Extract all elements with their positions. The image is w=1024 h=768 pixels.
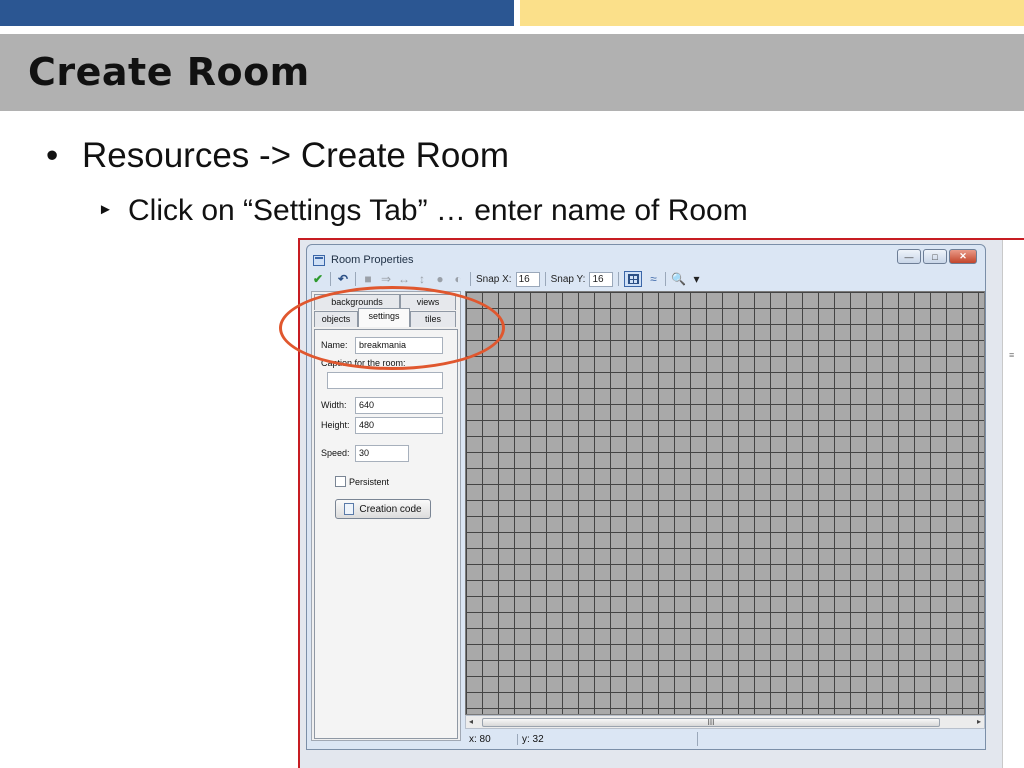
scroll-grip-icon: ≡ bbox=[1009, 350, 1015, 360]
undo-icon[interactable]: ↶ bbox=[336, 272, 350, 286]
zoom-icon[interactable]: 🔍 bbox=[671, 272, 686, 286]
scroll-thumb[interactable]: III bbox=[482, 718, 940, 727]
toolbar-separator bbox=[355, 272, 356, 286]
minimize-button[interactable]: — bbox=[897, 249, 921, 264]
scroll-right-arrow-icon[interactable]: ▸ bbox=[977, 717, 981, 726]
clear-icon[interactable]: ■ bbox=[361, 272, 375, 286]
snap-x-label: Snap X: bbox=[476, 273, 512, 285]
window-app-icon bbox=[313, 254, 325, 266]
toolbar-separator bbox=[330, 272, 331, 286]
close-button[interactable]: ✕ bbox=[949, 249, 977, 264]
status-y: y: 32 bbox=[517, 733, 697, 745]
status-empty-panel bbox=[697, 732, 985, 746]
toolbar-separator bbox=[618, 272, 620, 286]
toolbar-separator bbox=[470, 272, 471, 286]
scroll-thumb-grip: III bbox=[707, 718, 715, 727]
bullet-1-text: Resources -> Create Room bbox=[82, 136, 509, 175]
sort-x-icon[interactable]: ↔ bbox=[397, 272, 411, 286]
highlight-ellipse bbox=[279, 286, 505, 370]
creation-code-label: Creation code bbox=[359, 503, 422, 515]
toolbar-separator bbox=[544, 272, 546, 286]
bullet-level-1: • Resources -> Create Room bbox=[46, 136, 509, 176]
snap-x-input[interactable]: 16 bbox=[515, 271, 540, 287]
width-label: Width: bbox=[321, 400, 347, 410]
caption-input[interactable] bbox=[327, 372, 443, 389]
bullet-dot-icon: • bbox=[46, 136, 59, 175]
zoom-dropdown-icon[interactable]: ▾ bbox=[689, 272, 703, 286]
scroll-left-arrow-icon[interactable]: ◂ bbox=[469, 717, 473, 726]
shift-icon[interactable]: ⇒ bbox=[379, 272, 393, 286]
slide-title: Create Room bbox=[28, 50, 310, 94]
height-input[interactable]: 480 bbox=[355, 417, 443, 434]
width-input[interactable]: 640 bbox=[355, 397, 443, 414]
bullet-level-2: ► Click on “Settings Tab” … enter name of… bbox=[98, 194, 748, 228]
window-title: Room Properties bbox=[331, 254, 414, 266]
ok-check-icon[interactable]: ✔ bbox=[311, 272, 325, 286]
header-bar-blue bbox=[0, 0, 514, 26]
window-controls: — □ ✕ bbox=[897, 249, 977, 264]
height-label: Height: bbox=[321, 420, 350, 430]
document-icon bbox=[344, 503, 355, 515]
persistent-label: Persistent bbox=[349, 477, 390, 487]
grid-icon bbox=[627, 274, 639, 284]
window-titlebar: Room Properties bbox=[313, 251, 414, 269]
unlock-icon[interactable]: ◐ bbox=[451, 272, 465, 286]
sort-y-icon[interactable]: ↕ bbox=[415, 272, 429, 286]
speed-input[interactable]: 30 bbox=[355, 445, 409, 462]
status-x: x: 80 bbox=[469, 733, 491, 745]
maximize-button[interactable]: □ bbox=[923, 249, 947, 264]
room-grid-canvas[interactable] bbox=[465, 291, 985, 715]
settings-pane: Name: breakmania Caption for the room: W… bbox=[314, 329, 458, 739]
bullet-2-text: Click on “Settings Tab” … enter name of … bbox=[128, 194, 748, 227]
grid-toggle-button[interactable] bbox=[624, 271, 643, 287]
snap-y-input[interactable]: 16 bbox=[589, 271, 614, 287]
snap-y-label: Snap Y: bbox=[550, 273, 586, 285]
toolbar-separator bbox=[665, 272, 667, 286]
bullet-arrow-icon: ► bbox=[98, 200, 113, 218]
creation-code-button[interactable]: Creation code bbox=[335, 499, 431, 519]
horizontal-scrollbar[interactable]: ◂ III ▸ bbox=[465, 715, 985, 729]
speed-label: Speed: bbox=[321, 448, 350, 458]
status-bar: x: 80 y: 32 bbox=[465, 731, 985, 747]
header-bar-yellow bbox=[520, 0, 1024, 26]
lock-icon[interactable]: ● bbox=[433, 272, 447, 286]
isometric-icon[interactable]: ≈ bbox=[646, 272, 660, 286]
persistent-checkbox[interactable] bbox=[335, 476, 346, 487]
right-scroll-strip: ≡ bbox=[1002, 240, 1024, 768]
